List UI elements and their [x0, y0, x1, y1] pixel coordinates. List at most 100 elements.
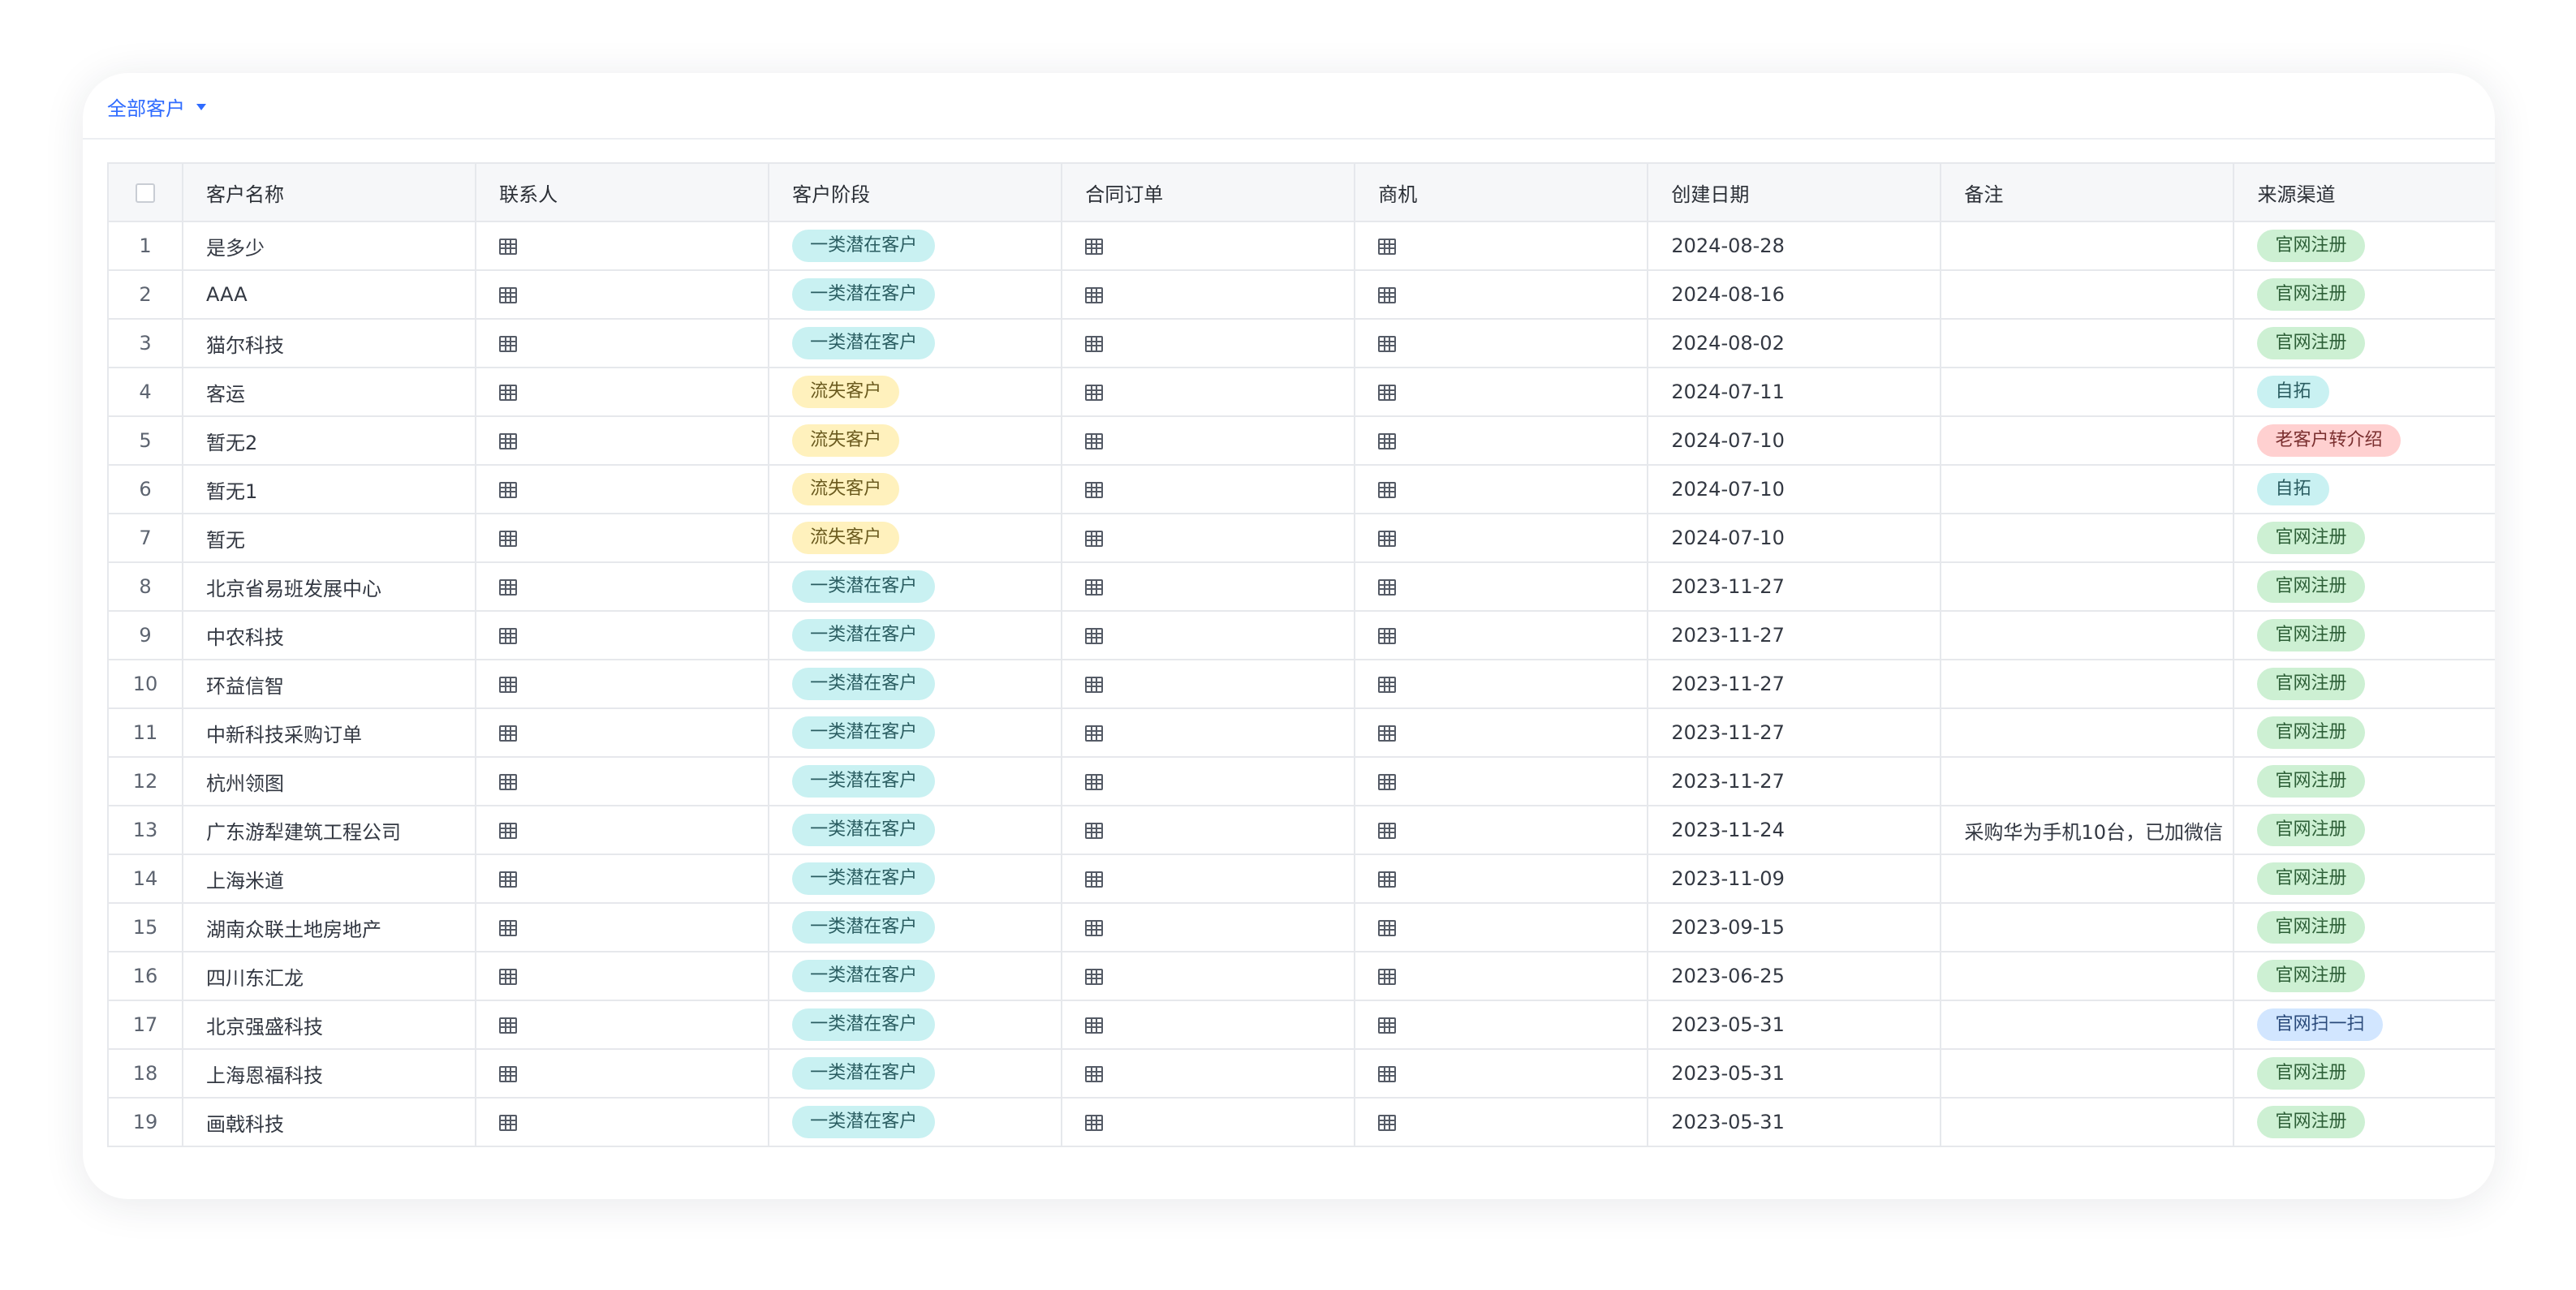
note-cell[interactable] [1940, 854, 2235, 904]
table-link-icon[interactable] [499, 774, 518, 790]
opportunity-cell[interactable] [1354, 854, 1649, 904]
customer-name[interactable]: 上海恩福科技 [182, 1048, 477, 1099]
note-cell[interactable] [1940, 269, 2235, 320]
stage-cell[interactable]: 流失客户 [768, 367, 1063, 417]
contract-cell[interactable] [1061, 610, 1356, 660]
opportunity-cell[interactable] [1354, 561, 1649, 612]
table-link-icon[interactable] [1085, 725, 1104, 742]
opportunity-cell[interactable] [1354, 269, 1649, 320]
customer-name[interactable]: 暂无2 [182, 415, 477, 466]
table-link-icon[interactable] [499, 1066, 518, 1082]
opportunity-cell[interactable] [1354, 756, 1649, 806]
opportunity-cell[interactable] [1354, 415, 1649, 466]
customer-name[interactable]: 杭州领图 [182, 756, 477, 806]
stage-cell[interactable]: 一类潜在客户 [768, 269, 1063, 320]
source-cell[interactable]: 官网注册 [2233, 1097, 2495, 1147]
contact-cell[interactable] [475, 854, 770, 904]
table-link-icon[interactable] [1085, 385, 1104, 401]
customer-name[interactable]: 上海米道 [182, 854, 477, 904]
source-cell[interactable]: 官网注册 [2233, 1048, 2495, 1099]
contact-cell[interactable] [475, 902, 770, 952]
contact-cell[interactable] [475, 610, 770, 660]
contract-cell[interactable] [1061, 513, 1356, 563]
table-row[interactable]: 10 环益信智 一类潜在客户 2023-11-27 官网注册 [106, 659, 2495, 709]
column-header-contact[interactable]: 联系人 [475, 162, 770, 222]
contract-cell[interactable] [1061, 1000, 1356, 1050]
contact-cell[interactable] [475, 1048, 770, 1099]
stage-cell[interactable]: 一类潜在客户 [768, 902, 1063, 952]
contract-cell[interactable] [1061, 854, 1356, 904]
customer-name[interactable]: 四川东汇龙 [182, 951, 477, 1001]
table-row[interactable]: 4 客运 流失客户 2024-07-11 自拓 [106, 367, 2495, 417]
source-cell[interactable]: 老客户转介绍 [2233, 415, 2495, 466]
stage-cell[interactable]: 一类潜在客户 [768, 1097, 1063, 1147]
contact-cell[interactable] [475, 367, 770, 417]
opportunity-cell[interactable] [1354, 951, 1649, 1001]
table-row[interactable]: 17 北京强盛科技 一类潜在客户 2023-05-31 官网扫一扫 [106, 1000, 2495, 1050]
contact-cell[interactable] [475, 756, 770, 806]
table-link-icon[interactable] [1085, 579, 1104, 596]
table-link-icon[interactable] [1378, 920, 1397, 936]
contract-cell[interactable] [1061, 464, 1356, 514]
source-cell[interactable]: 官网注册 [2233, 902, 2495, 952]
table-link-icon[interactable] [1085, 677, 1104, 693]
customer-name[interactable]: 暂无 [182, 513, 477, 563]
source-cell[interactable]: 官网注册 [2233, 513, 2495, 563]
contact-cell[interactable] [475, 513, 770, 563]
table-link-icon[interactable] [1378, 725, 1397, 742]
table-link-icon[interactable] [1085, 482, 1104, 498]
contact-cell[interactable] [475, 1000, 770, 1050]
table-link-icon[interactable] [1085, 1115, 1104, 1131]
table-link-icon[interactable] [499, 677, 518, 693]
contact-cell[interactable] [475, 1097, 770, 1147]
note-cell[interactable] [1940, 659, 2235, 709]
table-link-icon[interactable] [1085, 336, 1104, 352]
table-link-icon[interactable] [1085, 239, 1104, 255]
table-link-icon[interactable] [499, 725, 518, 742]
source-cell[interactable]: 官网注册 [2233, 951, 2495, 1001]
table-link-icon[interactable] [499, 385, 518, 401]
contract-cell[interactable] [1061, 707, 1356, 758]
table-link-icon[interactable] [499, 579, 518, 596]
note-cell[interactable] [1940, 221, 2235, 271]
table-link-icon[interactable] [1085, 871, 1104, 888]
note-cell[interactable] [1940, 513, 2235, 563]
table-link-icon[interactable] [1378, 823, 1397, 839]
contact-cell[interactable] [475, 464, 770, 514]
note-cell[interactable] [1940, 902, 2235, 952]
contact-cell[interactable] [475, 318, 770, 368]
table-link-icon[interactable] [1378, 969, 1397, 985]
stage-cell[interactable]: 一类潜在客户 [768, 659, 1063, 709]
table-link-icon[interactable] [1085, 1066, 1104, 1082]
note-cell[interactable] [1940, 951, 2235, 1001]
stage-cell[interactable]: 一类潜在客户 [768, 707, 1063, 758]
stage-cell[interactable]: 一类潜在客户 [768, 561, 1063, 612]
customer-name[interactable]: 中新科技采购订单 [182, 707, 477, 758]
table-link-icon[interactable] [1085, 774, 1104, 790]
customer-name[interactable]: 北京强盛科技 [182, 1000, 477, 1050]
opportunity-cell[interactable] [1354, 1097, 1649, 1147]
table-link-icon[interactable] [499, 239, 518, 255]
table-row[interactable]: 14 上海米道 一类潜在客户 2023-11-09 官网注册 [106, 854, 2495, 904]
table-link-icon[interactable] [499, 531, 518, 547]
table-link-icon[interactable] [499, 336, 518, 352]
contract-cell[interactable] [1061, 221, 1356, 271]
source-cell[interactable]: 官网注册 [2233, 707, 2495, 758]
stage-cell[interactable]: 流失客户 [768, 415, 1063, 466]
contract-cell[interactable] [1061, 951, 1356, 1001]
source-cell[interactable]: 官网注册 [2233, 805, 2495, 855]
contact-cell[interactable] [475, 659, 770, 709]
table-link-icon[interactable] [1085, 823, 1104, 839]
source-cell[interactable]: 官网注册 [2233, 221, 2495, 271]
table-link-icon[interactable] [1378, 239, 1397, 255]
note-cell[interactable] [1940, 367, 2235, 417]
contract-cell[interactable] [1061, 1097, 1356, 1147]
contact-cell[interactable] [475, 707, 770, 758]
table-row[interactable]: 12 杭州领图 一类潜在客户 2023-11-27 官网注册 [106, 756, 2495, 806]
stage-cell[interactable]: 一类潜在客户 [768, 1048, 1063, 1099]
customer-name[interactable]: AAA [182, 269, 477, 320]
contact-cell[interactable] [475, 415, 770, 466]
table-link-icon[interactable] [1378, 774, 1397, 790]
contact-cell[interactable] [475, 805, 770, 855]
table-link-icon[interactable] [1085, 531, 1104, 547]
